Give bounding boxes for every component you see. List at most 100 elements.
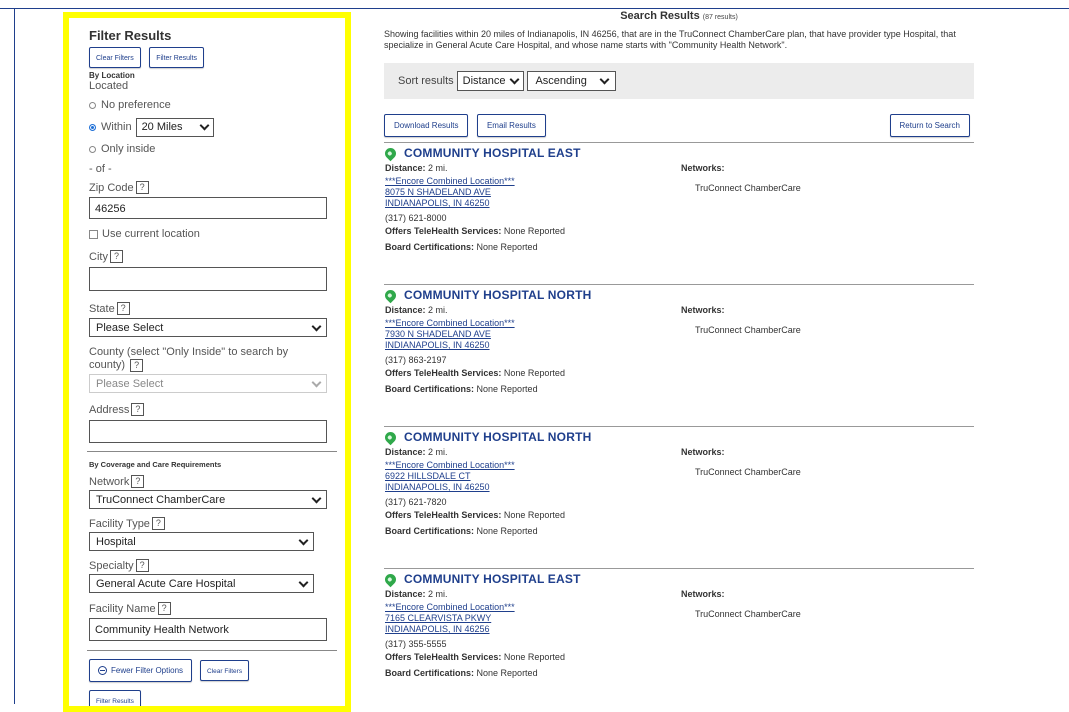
state-label: State ? [89,302,327,315]
minus-circle-icon [98,666,107,675]
distance-select-value: 20 Miles [141,121,183,133]
sort-by-select[interactable]: Distance [456,71,525,91]
sort-bar: Sort results Distance Ascending [384,63,974,99]
distance-value: 2 mi. [428,163,448,173]
distance-label: Distance: [385,589,426,599]
results-panel: Search Results (87 results) Showing faci… [382,10,974,710]
map-pin-icon[interactable] [382,145,399,161]
street-link[interactable]: 7930 N SHADELAND AVE [385,329,665,340]
return-to-search-button[interactable]: Return to Search [889,114,970,137]
radio-icon[interactable] [89,145,96,153]
zip-code-input[interactable]: 46256 [89,197,327,219]
network-select[interactable]: TruConnect ChamberCare [89,490,327,509]
facility-name[interactable]: COMMUNITY HOSPITAL NORTH [404,288,591,302]
radio-within[interactable]: Within 20 Miles [89,117,327,137]
filter-title: Filter Results [89,28,172,43]
use-current-location[interactable]: Use current location [89,228,327,240]
facility-type-label-text: Facility Type [89,517,150,530]
facility-name[interactable]: COMMUNITY HOSPITAL EAST [404,572,581,586]
address-label-text: Address [89,403,130,416]
state-select[interactable]: Please Select [89,318,327,337]
facility-card: COMMUNITY HOSPITAL EAST Distance: 2 mi. … [382,142,974,284]
facility-type-select[interactable]: Hospital [89,532,314,551]
network-label-text: Network [89,475,130,488]
location-link[interactable]: ***Encore Combined Location*** [385,176,665,187]
city-link[interactable]: INDIANAPOLIS, IN 46250 [385,340,665,351]
board-label: Board Certifications: [385,242,475,252]
telehealth-label: Offers TeleHealth Services: [385,368,502,378]
county-label: County (select "Only Inside" to search b… [89,346,327,372]
help-icon[interactable]: ? [151,517,165,530]
city-link[interactable]: INDIANAPOLIS, IN 46256 [385,624,665,635]
fewer-filter-options-label: Fewer Filter Options [111,666,184,675]
specialty-label: Specialty ? [89,559,327,572]
download-results-button[interactable]: Download Results [384,114,469,137]
street-link[interactable]: 6922 HILLSDALE CT [385,471,665,482]
help-icon[interactable]: ? [157,602,171,615]
location-link[interactable]: ***Encore Combined Location*** [385,318,665,329]
facility-card: COMMUNITY HOSPITAL NORTH Distance: 2 mi.… [382,284,974,426]
help-icon[interactable]: ? [131,403,145,416]
sort-order-select[interactable]: Ascending [527,71,616,91]
phone: (317) 621-8000 [385,213,447,223]
city-link[interactable]: INDIANAPOLIS, IN 46250 [385,482,665,493]
help-icon[interactable]: ? [130,359,144,372]
help-icon[interactable]: ? [109,250,123,263]
radio-icon[interactable] [89,101,96,109]
help-icon[interactable]: ? [131,475,145,488]
facility-name[interactable]: COMMUNITY HOSPITAL NORTH [404,430,591,444]
county-select[interactable]: Please Select [89,374,327,393]
help-icon[interactable]: ? [135,559,149,572]
email-results-button[interactable]: Email Results [476,114,546,137]
search-summary: Showing facilities within 20 miles of In… [384,29,956,50]
facility-name[interactable]: COMMUNITY HOSPITAL EAST [404,146,581,160]
distance-value: 2 mi. [428,305,448,315]
chevron-down-icon [311,321,322,331]
checkbox-icon[interactable] [89,229,98,239]
radio-only-inside[interactable]: Only inside [89,141,327,157]
city-link[interactable]: INDIANAPOLIS, IN 46250 [385,198,665,209]
network-value: TruConnect ChamberCare [695,183,801,193]
help-icon[interactable]: ? [135,181,149,194]
zip-label: Zip Code ? [89,181,327,194]
radio-selected-icon[interactable] [89,123,96,131]
location-link[interactable]: ***Encore Combined Location*** [385,460,665,471]
street-link[interactable]: 8075 N SHADELAND AVE [385,187,665,198]
map-pin-icon[interactable] [382,287,399,303]
chevron-down-icon [298,577,309,587]
sort-order-value: Ascending [535,75,587,87]
address-input[interactable] [89,420,327,443]
phone: (317) 355-5555 [385,639,447,649]
distance-select[interactable]: 20 Miles [135,117,214,137]
board-value: None Reported [476,384,538,394]
radio-no-preference[interactable]: No preference [89,97,327,113]
board-label: Board Certifications: [385,526,475,536]
clear-filters-bottom-button[interactable]: Clear Filters [200,660,250,681]
radio-label: No preference [101,99,171,111]
help-icon[interactable]: ? [116,302,130,315]
facility-name-input[interactable]: Community Health Network [89,618,327,641]
network-label: Network ? [89,475,327,488]
distance-value: 2 mi. [428,447,448,457]
map-pin-icon[interactable] [382,429,399,445]
radio-label: Within [101,121,132,133]
location-link[interactable]: ***Encore Combined Location*** [385,602,665,613]
county-label-text: County (select "Only Inside" to search b… [89,346,289,371]
filter-results-button[interactable]: Filter Results [149,47,205,68]
facility-card: COMMUNITY HOSPITAL EAST Distance: 2 mi. … [382,568,974,710]
facility-name-label: Facility Name ? [89,602,327,615]
use-current-location-label: Use current location [102,228,200,240]
clear-filters-button[interactable]: Clear Filters [89,47,141,68]
street-link[interactable]: 7165 CLEARVISTA PKWY [385,613,665,624]
address-label: Address ? [89,403,327,416]
filter-results-bottom-button[interactable]: Filter Results [89,690,141,706]
distance-label: Distance: [385,447,426,457]
fewer-filter-options-button[interactable]: Fewer Filter Options [89,659,193,682]
telehealth-label: Offers TeleHealth Services: [385,226,502,236]
map-pin-icon[interactable] [382,571,399,587]
city-input[interactable] [89,267,327,291]
specialty-select[interactable]: General Acute Care Hospital [89,574,314,593]
county-select-value: Please Select [96,377,164,390]
results-title: Search Results (87 results) [384,10,974,26]
chevron-down-icon [509,74,520,85]
